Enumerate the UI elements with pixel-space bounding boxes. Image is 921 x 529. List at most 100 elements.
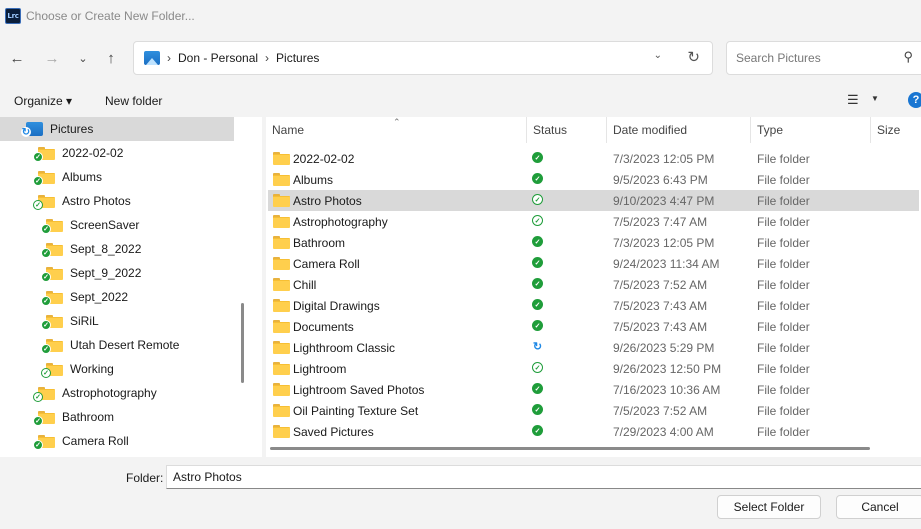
- nav-pane-scrollbar[interactable]: [241, 303, 244, 383]
- address-dropdown-chevron-icon[interactable]: ⌄: [654, 50, 662, 61]
- sort-ascending-icon: ⌃: [393, 117, 401, 127]
- recent-locations-chevron-icon[interactable]: ⌄: [71, 45, 95, 71]
- view-dropdown-chevron-icon[interactable]: ▼: [871, 94, 879, 103]
- file-type: File folder: [757, 236, 810, 250]
- nav-item[interactable]: ✓ Astrophotography: [33, 381, 157, 405]
- date-modified: 7/16/2023 10:36 AM: [613, 383, 721, 397]
- synced-check-icon: ✓: [41, 343, 51, 354]
- nav-item[interactable]: ✓ Albums: [33, 165, 103, 189]
- file-type: File folder: [757, 299, 810, 313]
- nav-item[interactable]: ✓ 2022-02-02: [33, 141, 123, 165]
- file-row[interactable]: Bathroom ✓ 7/3/2023 12:05 PM File folder: [268, 232, 919, 253]
- nav-item-label: SiRiL: [70, 314, 99, 328]
- synced-check-icon: ✓: [532, 320, 543, 331]
- nav-item[interactable]: ✓ Astro Photos: [33, 189, 131, 213]
- nav-item[interactable]: ✓ SiRiL: [41, 309, 99, 333]
- column-header-status[interactable]: Status: [533, 123, 567, 137]
- nav-item[interactable]: ↻ Pictures: [0, 117, 234, 141]
- available-offline-icon: ✓: [33, 199, 43, 210]
- file-name: Lighthroom Classic: [293, 341, 396, 355]
- file-type: File folder: [757, 257, 810, 271]
- file-name: Camera Roll: [293, 257, 360, 271]
- column-divider[interactable]: [750, 117, 751, 143]
- date-modified: 9/24/2023 11:34 AM: [613, 257, 720, 271]
- file-row[interactable]: Chill ✓ 7/5/2023 7:52 AM File folder: [268, 274, 919, 295]
- column-header-size[interactable]: Size: [877, 123, 900, 137]
- column-header-type[interactable]: Type: [757, 123, 783, 137]
- organize-button[interactable]: Organize ▾: [14, 94, 72, 108]
- nav-item-label: Pictures: [50, 122, 94, 136]
- breadcrumb-separator-icon[interactable]: ›: [265, 51, 269, 65]
- horizontal-scrollbar[interactable]: [270, 447, 870, 450]
- nav-item[interactable]: ✓ Sept_2022: [41, 285, 128, 309]
- file-row[interactable]: Astro Photos ✓ 9/10/2023 4:47 PM File folde…: [268, 190, 919, 211]
- column-header-name[interactable]: Name: [272, 123, 304, 137]
- breadcrumb-pictures[interactable]: Pictures: [276, 51, 319, 65]
- file-row[interactable]: Lighthroom Classic ↻ 9/26/2023 5:29 PM File…: [268, 337, 919, 358]
- nav-item[interactable]: ✓ Sept_9_2022: [41, 261, 141, 285]
- file-row[interactable]: Oil Painting Texture Set ✓ 7/5/2023 7:52 A…: [268, 400, 919, 421]
- folder-icon: [273, 404, 290, 417]
- column-divider[interactable]: [606, 117, 607, 143]
- nav-item[interactable]: ✓ Sept_8_2022: [41, 237, 141, 261]
- file-name: Chill: [293, 278, 317, 292]
- file-name: Astrophotography: [293, 215, 388, 229]
- file-list: ⌃ Name Status Date modified Type Size 20…: [266, 117, 921, 457]
- file-name: Oil Painting Texture Set: [293, 404, 419, 418]
- column-divider[interactable]: [526, 117, 527, 143]
- view-options-icon[interactable]: ☰: [847, 92, 859, 108]
- title-bar: Lrc Choose or Create New Folder...: [0, 0, 921, 32]
- forward-arrow-icon[interactable]: →: [40, 45, 64, 71]
- refresh-icon[interactable]: ↻: [687, 48, 700, 66]
- synced-check-icon: ✓: [41, 247, 51, 258]
- address-bar[interactable]: › Don - Personal › Pictures ⌄ ↻: [133, 41, 713, 75]
- file-name: Astro Photos: [293, 194, 362, 208]
- file-row[interactable]: Digital Drawings ✓ 7/5/2023 7:43 AM File fo…: [268, 295, 919, 316]
- file-row[interactable]: Saved Pictures ✓ 7/29/2023 4:00 AM File fol…: [268, 421, 919, 442]
- nav-item-label: Utah Desert Remote: [70, 338, 180, 352]
- nav-item[interactable]: ✓ Camera Roll: [33, 429, 129, 453]
- column-header-date-modified[interactable]: Date modified: [613, 123, 687, 137]
- nav-item[interactable]: ✓ ScreenSaver: [41, 213, 139, 237]
- available-offline-icon: ✓: [532, 215, 543, 226]
- folder-icon: ✓: [41, 338, 63, 354]
- select-folder-button[interactable]: Select Folder: [717, 495, 821, 519]
- new-folder-button[interactable]: New folder: [105, 94, 162, 108]
- nav-item[interactable]: ✓ Working: [41, 357, 114, 381]
- available-offline-icon: ✓: [33, 391, 43, 402]
- help-icon[interactable]: ?: [908, 92, 921, 108]
- file-row[interactable]: Camera Roll ✓ 9/24/2023 11:34 AM File folde…: [268, 253, 919, 274]
- date-modified: 7/5/2023 7:47 AM: [613, 215, 708, 229]
- nav-item-label: Camera Roll: [62, 434, 129, 448]
- file-row[interactable]: Astrophotography ✓ 7/5/2023 7:47 AM File fo…: [268, 211, 919, 232]
- lightroom-app-icon: Lrc: [5, 8, 21, 24]
- file-type: File folder: [757, 404, 810, 418]
- synced-check-icon: ✓: [532, 257, 543, 268]
- date-modified: 7/29/2023 4:00 AM: [613, 425, 714, 439]
- cancel-button[interactable]: Cancel: [836, 495, 921, 519]
- search-input[interactable]: Search Pictures ⚲: [726, 41, 921, 75]
- folder-icon: ✓: [33, 146, 55, 162]
- back-arrow-icon[interactable]: ←: [5, 45, 29, 71]
- nav-item-label: Albums: [62, 170, 103, 184]
- file-type: File folder: [757, 173, 810, 187]
- file-name: Lightroom: [293, 362, 347, 376]
- folder-name-input[interactable]: [166, 465, 921, 489]
- file-row[interactable]: Albums ✓ 9/5/2023 6:43 PM File folder: [268, 169, 919, 190]
- up-arrow-icon[interactable]: ↑: [99, 45, 123, 71]
- folder-icon: [273, 278, 290, 291]
- synced-check-icon: ✓: [532, 278, 543, 289]
- breadcrumb-separator-icon[interactable]: ›: [167, 51, 171, 65]
- file-row[interactable]: 2022-02-02 ✓ 7/3/2023 12:05 PM File folder: [268, 148, 919, 169]
- synced-check-icon: ✓: [33, 151, 43, 162]
- file-row[interactable]: Documents ✓ 7/5/2023 7:43 AM File folder: [268, 316, 919, 337]
- nav-item[interactable]: ✓ Utah Desert Remote: [41, 333, 180, 357]
- nav-item[interactable]: ✓ Bathroom: [33, 405, 114, 429]
- breadcrumb-don-personal[interactable]: Don - Personal: [178, 51, 258, 65]
- column-divider[interactable]: [870, 117, 871, 143]
- file-row[interactable]: Lightroom Saved Photos ✓ 7/16/2023 10:36 A…: [268, 379, 919, 400]
- search-icon[interactable]: ⚲: [903, 49, 913, 65]
- date-modified: 7/5/2023 7:43 AM: [613, 320, 708, 334]
- file-row[interactable]: Lightroom ✓ 9/26/2023 12:50 PM File folder: [268, 358, 919, 379]
- navigation-pane: ↻ Pictures ✓ 2022-02-02 ✓ Albums ✓ Astro Photos…: [0, 117, 262, 457]
